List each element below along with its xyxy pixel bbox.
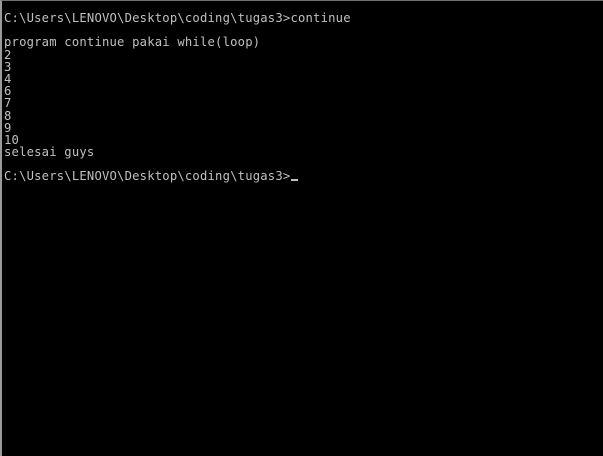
final-prompt-line[interactable]: C:\Users\LENOVO\Desktop\coding\tugas3> xyxy=(4,169,351,184)
output-number: 6 xyxy=(4,84,12,99)
output-number: 8 xyxy=(4,108,12,123)
output-number: 2 xyxy=(4,47,12,62)
final-prompt-text: C:\Users\LENOVO\Desktop\coding\tugas3> xyxy=(4,169,291,184)
output-number: 7 xyxy=(4,96,12,111)
output-number: 3 xyxy=(4,59,12,74)
console-screen[interactable]: C:\Users\LENOVO\Desktop\coding\tugas3>co… xyxy=(4,12,351,183)
prompt-text: C:\Users\LENOVO\Desktop\coding\tugas3> xyxy=(4,11,291,25)
console-window[interactable]: C:\Users\LENOVO\Desktop\coding\tugas3>co… xyxy=(0,0,603,456)
command-line: C:\Users\LENOVO\Desktop\coding\tugas3>co… xyxy=(4,12,351,24)
command-text: continue xyxy=(290,11,351,25)
output-footer: selesai guys xyxy=(4,145,95,160)
text-cursor xyxy=(291,179,299,182)
output-number: 9 xyxy=(4,120,12,135)
output-number: 4 xyxy=(4,71,12,86)
output-header: program continue pakai while(loop) xyxy=(4,35,261,50)
